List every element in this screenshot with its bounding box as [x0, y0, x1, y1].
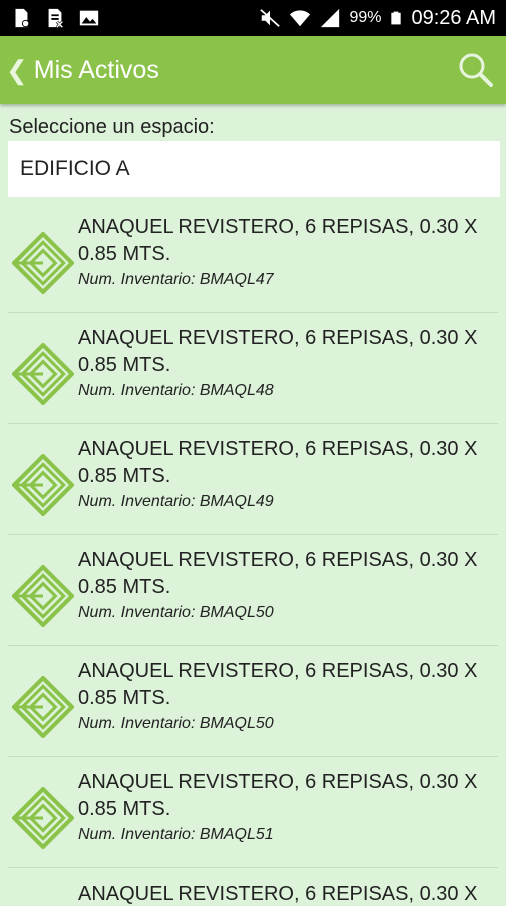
- divider: [8, 867, 498, 868]
- asset-inventory: Num. Inventario: BMAQL48: [78, 382, 274, 399]
- asset-logo-icon: [12, 565, 74, 627]
- space-picker-label: Seleccione un espacio:: [9, 116, 215, 138]
- asset-inventory: Num. Inventario: BMAQL47: [78, 271, 274, 288]
- list-item[interactable]: ANAQUEL REVISTERO, 6 REPISAS, 0.30 X 0.8…: [0, 424, 506, 535]
- asset-logo-icon: [12, 454, 74, 516]
- search-icon[interactable]: [456, 50, 496, 90]
- asset-name: ANAQUEL REVISTERO, 6 REPISAS, 0.30 X 0.8…: [78, 549, 478, 598]
- list-item[interactable]: ANAQUEL REVISTERO, 6 REPISAS, 0.30 X 0.8…: [0, 757, 506, 868]
- asset-logo-icon: [12, 232, 74, 294]
- partial-list-item[interactable]: ANAQUEL REVISTERO, 6 REPISAS, 0.30 X: [78, 883, 477, 906]
- space-select[interactable]: EDIFICIO A: [8, 141, 500, 197]
- asset-name: ANAQUEL REVISTERO, 6 REPISAS, 0.30 X 0.8…: [78, 771, 478, 820]
- asset-logo-icon: [12, 343, 74, 405]
- battery-percent: 99%: [349, 9, 382, 26]
- image-icon: [79, 10, 99, 26]
- sim-icon: [48, 8, 64, 29]
- battery-icon: [391, 11, 402, 25]
- asset-inventory: Num. Inventario: BMAQL50: [78, 604, 274, 621]
- list-item[interactable]: ANAQUEL REVISTERO, 6 REPISAS, 0.30 X 0.8…: [0, 202, 506, 313]
- asset-inventory: Num. Inventario: BMAQL49: [78, 493, 274, 510]
- asset-inventory: Num. Inventario: BMAQL50: [78, 715, 274, 732]
- asset-name: ANAQUEL REVISTERO, 6 REPISAS, 0.30 X 0.8…: [78, 660, 478, 709]
- asset-logo-icon: [12, 676, 74, 738]
- asset-inventory: Num. Inventario: BMAQL51: [78, 826, 274, 843]
- page-title[interactable]: Mis Activos: [34, 56, 159, 85]
- list-item[interactable]: ANAQUEL REVISTERO, 6 REPISAS, 0.30 X 0.8…: [0, 535, 506, 646]
- list-item[interactable]: ANAQUEL REVISTERO, 6 REPISAS, 0.30 X 0.8…: [0, 313, 506, 424]
- app-bar: ❮ Mis Activos: [0, 36, 506, 104]
- system-status: 99% 09:26 AM: [259, 7, 496, 30]
- asset-logo-icon: [12, 787, 74, 849]
- clock: 09:26 AM: [411, 6, 496, 29]
- notification-icons: [10, 7, 100, 29]
- sdcard-icon: [15, 8, 30, 28]
- space-select-value: EDIFICIO A: [20, 157, 130, 180]
- wifi-icon: [290, 10, 311, 27]
- mute-icon: [260, 9, 281, 27]
- chevron-left-icon[interactable]: ❮: [6, 57, 28, 83]
- status-bar: 99% 09:26 AM: [0, 0, 506, 36]
- list-item[interactable]: ANAQUEL REVISTERO, 6 REPISAS, 0.30 X 0.8…: [0, 646, 506, 757]
- asset-name: ANAQUEL REVISTERO, 6 REPISAS, 0.30 X 0.8…: [78, 216, 478, 265]
- signal-icon: [321, 8, 340, 28]
- asset-list[interactable]: ANAQUEL REVISTERO, 6 REPISAS, 0.30 X 0.8…: [0, 202, 506, 868]
- asset-name: ANAQUEL REVISTERO, 6 REPISAS, 0.30 X 0.8…: [78, 327, 478, 376]
- asset-name: ANAQUEL REVISTERO, 6 REPISAS, 0.30 X 0.8…: [78, 438, 478, 487]
